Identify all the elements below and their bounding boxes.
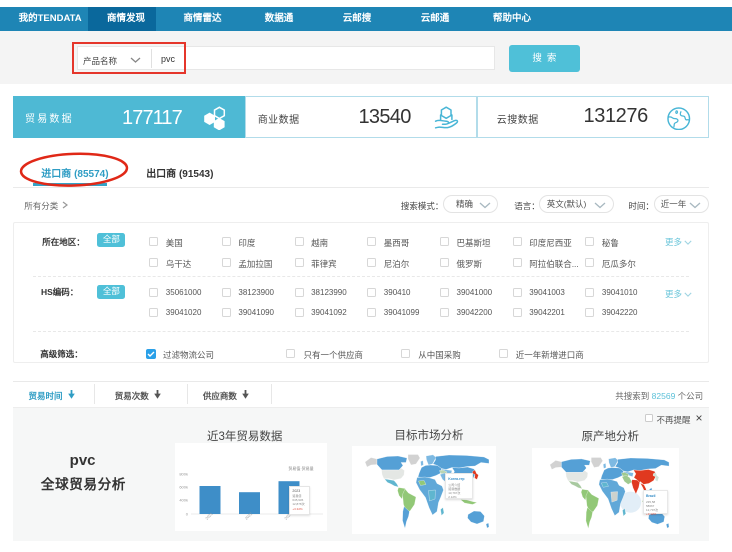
svg-text:贸易值·贸易量: 贸易值·贸易量 <box>288 465 313 471</box>
svg-text:600k: 600k <box>179 485 188 490</box>
svg-text:0: 0 <box>186 512 189 517</box>
svg-text:800k: 800k <box>179 472 188 477</box>
svg-text:400k: 400k <box>179 498 188 503</box>
